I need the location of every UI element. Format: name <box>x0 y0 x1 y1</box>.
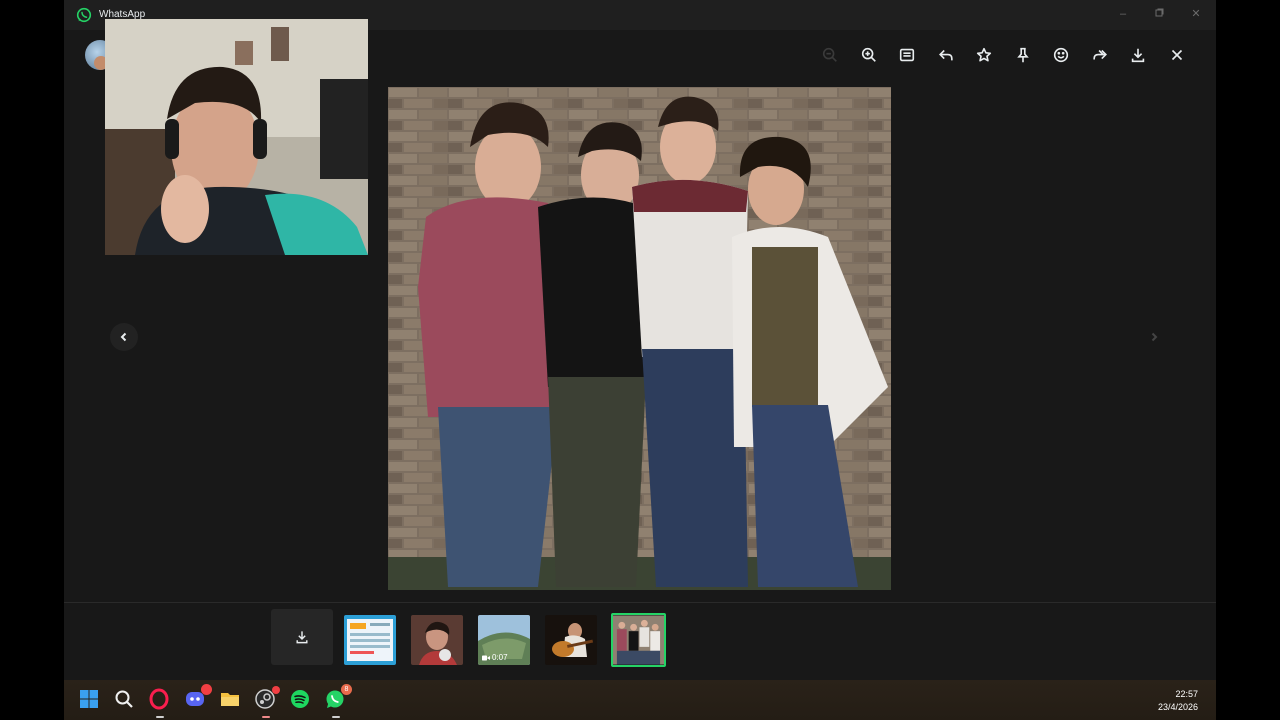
pin-button[interactable] <box>1004 40 1043 70</box>
star-button[interactable] <box>965 40 1004 70</box>
react-button[interactable] <box>1042 40 1081 70</box>
viewed-photo <box>388 87 891 590</box>
start-button[interactable] <box>78 688 102 712</box>
clock-date: 23/4/2026 <box>1157 702 1198 712</box>
webcam-feed <box>105 19 368 255</box>
zoom-out-icon <box>823 47 838 62</box>
thumbnail-strip: 0:07 <box>64 602 1216 680</box>
taskbar-steam[interactable] <box>254 686 280 718</box>
search-icon <box>115 690 133 708</box>
chevron-left-icon <box>120 332 127 342</box>
thumbnail-image <box>613 615 664 665</box>
webcam-overlay <box>105 19 368 255</box>
taskbar-spotify[interactable] <box>289 688 313 712</box>
chevron-right-icon <box>1151 332 1158 342</box>
next-button[interactable] <box>1140 323 1168 351</box>
zoom-in-button[interactable] <box>850 40 889 70</box>
notification-dot <box>272 686 280 694</box>
view-in-chat-button[interactable] <box>888 40 927 70</box>
download-all-button[interactable] <box>271 609 333 665</box>
thumbnail-image <box>344 615 396 665</box>
search-button[interactable] <box>113 688 137 712</box>
thumbnail-image <box>411 615 463 665</box>
thumbnail-image <box>545 615 597 665</box>
desktop: WhatsApp – ✕ 0:07 8 22:57 23/4/2026 <box>0 0 1280 720</box>
smiley-icon <box>1054 47 1069 63</box>
running-indicator <box>332 716 340 718</box>
zoom-out-button[interactable] <box>811 40 850 70</box>
taskbar-opera-gx[interactable] <box>148 688 172 718</box>
forward-button[interactable] <box>1081 40 1120 70</box>
system-clock[interactable]: 22:57 23/4/2026 <box>1158 688 1198 714</box>
taskbar-whatsapp[interactable]: 8 <box>324 684 352 718</box>
folder-icon <box>221 693 239 706</box>
download-icon <box>1132 48 1145 63</box>
thumbnail-portrait[interactable] <box>411 615 463 665</box>
minimize-button[interactable]: – <box>1112 5 1134 23</box>
maximize-button[interactable] <box>1148 5 1170 23</box>
zoom-in-icon <box>861 47 876 62</box>
thumbnail-group-photo[interactable] <box>611 613 666 667</box>
close-window-button[interactable]: ✕ <box>1185 5 1207 23</box>
previous-button[interactable] <box>110 323 138 351</box>
whatsapp-logo-icon <box>76 7 92 23</box>
video-duration: 0:07 <box>482 653 508 662</box>
running-indicator <box>262 716 270 718</box>
notification-dot <box>201 684 212 695</box>
close-icon <box>1171 49 1182 61</box>
reply-icon <box>938 49 953 61</box>
maximize-icon <box>1155 8 1163 17</box>
thumbnail-guitar[interactable] <box>545 615 597 665</box>
video-camera-icon <box>482 655 490 660</box>
download-icon <box>296 631 308 644</box>
forward-icon <box>1093 49 1107 60</box>
taskbar: 8 22:57 23/4/2026 <box>64 680 1216 720</box>
close-button[interactable] <box>1158 40 1197 70</box>
taskbar-file-explorer[interactable] <box>219 688 243 712</box>
viewer-toolbar <box>811 40 1196 70</box>
running-indicator <box>156 716 164 718</box>
windows-logo-icon <box>80 690 98 708</box>
thumbnail-video[interactable]: 0:07 <box>478 615 530 665</box>
unread-badge: 8 <box>341 684 352 695</box>
star-icon <box>977 47 992 62</box>
reply-button[interactable] <box>927 40 966 70</box>
spotify-icon <box>291 690 309 708</box>
thumbnail-screenshot[interactable] <box>344 615 396 665</box>
pin-icon <box>1016 47 1029 63</box>
download-button[interactable] <box>1119 40 1158 70</box>
taskbar-discord[interactable] <box>184 684 212 712</box>
chat-icon <box>900 48 915 62</box>
clock-time: 22:57 <box>1175 689 1198 699</box>
video-duration-label: 0:07 <box>492 653 508 662</box>
whatsapp-window: WhatsApp – ✕ 0:07 <box>64 0 1216 680</box>
opera-gx-icon <box>149 688 169 710</box>
